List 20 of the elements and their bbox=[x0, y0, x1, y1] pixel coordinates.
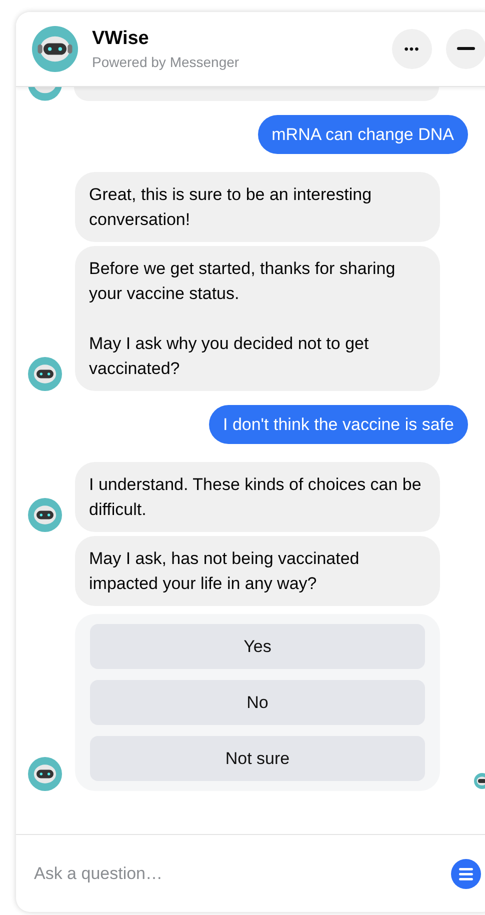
bot-message: Before we get started, thanks for sharing your vaccine status. May I ask why you decided not to get vaccinated? bbox=[75, 246, 440, 391]
more-options-button[interactable]: ••• bbox=[392, 29, 432, 69]
menu-icon[interactable] bbox=[451, 858, 481, 888]
bot-message: I understand. These kinds of choices can be difficult. bbox=[75, 462, 440, 532]
robot-avatar-icon bbox=[28, 757, 62, 791]
question-input[interactable]: Ask a question… bbox=[32, 862, 451, 884]
robot-avatar-icon bbox=[28, 357, 62, 391]
bot-message: May I ask, has not being vaccinated impacted your life in any way? bbox=[75, 536, 440, 606]
bot-subtitle: Powered by Messenger bbox=[92, 54, 240, 70]
quick-reply-button[interactable]: Yes bbox=[90, 624, 425, 669]
robot-avatar-icon bbox=[28, 498, 62, 532]
user-message: mRNA can change DNA bbox=[258, 115, 468, 154]
robot-avatar-icon bbox=[32, 26, 78, 72]
user-message: I don't think the vaccine is safe bbox=[209, 405, 468, 444]
quick-reply-button[interactable]: Not sure bbox=[90, 736, 425, 781]
minimize-button[interactable] bbox=[446, 29, 485, 69]
bot-name: VWise bbox=[92, 28, 150, 50]
bot-message: Great, this is sure to be an interesting conversation! bbox=[75, 172, 440, 242]
minimize-icon bbox=[457, 47, 475, 51]
quick-reply-button[interactable]: No bbox=[90, 680, 425, 725]
